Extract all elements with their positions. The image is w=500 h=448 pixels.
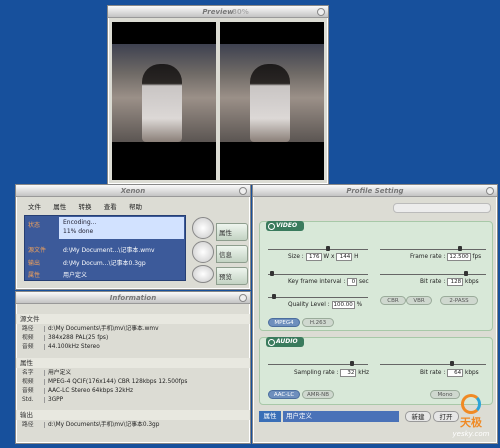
output-label: 输出 bbox=[28, 260, 41, 267]
pause-button[interactable] bbox=[192, 241, 214, 263]
menu-convert[interactable]: 转换 bbox=[78, 203, 91, 211]
profile-attr-label: 属性 bbox=[259, 411, 281, 422]
status-line2: 11% done bbox=[63, 228, 94, 235]
info-row: 视频 384x288 PAL(25 fps) bbox=[22, 335, 109, 341]
quality-slider[interactable] bbox=[268, 294, 368, 299]
vbr-toggle[interactable]: VBR bbox=[406, 296, 432, 305]
menu-properties[interactable]: 属性 bbox=[53, 203, 66, 211]
close-icon[interactable] bbox=[239, 294, 247, 302]
info-row: 路径 d:\My Documents\手机\mv\记事本0.3gp bbox=[22, 422, 160, 428]
video-label: VIDEO bbox=[266, 221, 304, 231]
stop-button[interactable] bbox=[192, 265, 214, 283]
info-row: 名字 用户定义 bbox=[22, 370, 72, 376]
close-icon[interactable] bbox=[239, 187, 247, 195]
new-profile-button[interactable]: 新建 bbox=[405, 411, 431, 422]
info-row: 音频 AAC-LC Stereo 64kbps 32kHz bbox=[22, 388, 134, 394]
source-label: 源文件 bbox=[28, 247, 47, 254]
output-video-frame bbox=[220, 22, 324, 180]
watermark-brand: 天极 bbox=[460, 416, 482, 429]
xenon-titlebar[interactable]: Xenon bbox=[16, 185, 250, 197]
frame-rate-field: Frame rate : 12.500 fps bbox=[410, 253, 482, 261]
size-height-input[interactable]: 144 bbox=[336, 253, 353, 261]
audio-bitrate-input[interactable]: 64 bbox=[447, 369, 464, 377]
watermark-site: yesky.com bbox=[452, 430, 490, 438]
size-slider[interactable] bbox=[268, 246, 368, 251]
audio-label: AUDIO bbox=[266, 337, 304, 347]
aac-lc-codec-button[interactable]: AAC-LC bbox=[268, 390, 300, 399]
mpeg4-codec-button[interactable]: MPEG4 bbox=[268, 318, 300, 327]
video-panel: VIDEO Size : 176 W x 144 H Frame rate : … bbox=[259, 221, 493, 331]
cbr-toggle[interactable]: CBR bbox=[380, 296, 406, 305]
h263-codec-button[interactable]: H.263 bbox=[302, 318, 334, 327]
menu-bar: 文件 属性 转换 查看 帮助 bbox=[28, 201, 152, 211]
bitrate-field: Bit rate : 128 kbps bbox=[420, 278, 479, 286]
sampling-rate-input[interactable]: 32 bbox=[340, 369, 357, 377]
preview-percent: 80% bbox=[232, 8, 249, 16]
attr-value: 用户定义 bbox=[63, 272, 88, 279]
attr-label: 属性 bbox=[28, 272, 41, 279]
menu-file[interactable]: 文件 bbox=[28, 203, 41, 211]
info-row: 视频 MPEG-4 QCIF(176x144) CBR 128kbps 12.50… bbox=[22, 379, 188, 385]
audio-bitrate-slider[interactable] bbox=[380, 361, 486, 366]
keyframe-slider[interactable] bbox=[268, 271, 368, 276]
info-row: 路径 d:\My Documents\手机\mv\记事本.wmv bbox=[22, 326, 159, 332]
preview-titlebar[interactable]: Preview 80% bbox=[108, 6, 328, 18]
menu-help[interactable]: 帮助 bbox=[129, 203, 142, 211]
source-path: d:\My Document...\记事本.wmv bbox=[63, 247, 155, 254]
close-icon[interactable] bbox=[486, 187, 494, 195]
profile-title: Profile Setting bbox=[346, 187, 404, 195]
profile-attr-value: 用户定义 bbox=[283, 411, 399, 422]
amr-nb-codec-button[interactable]: AMR-NB bbox=[302, 390, 334, 399]
frame-rate-slider[interactable] bbox=[380, 246, 486, 251]
size-width-input[interactable]: 176 bbox=[305, 253, 322, 261]
size-field: Size : 176 W x 144 H bbox=[288, 253, 359, 261]
preview-title: Preview bbox=[202, 8, 234, 16]
preview-button[interactable]: 预览 bbox=[216, 267, 248, 285]
close-icon[interactable] bbox=[317, 8, 325, 16]
info-row: Std. 3GPP bbox=[22, 397, 64, 403]
information-window: Information 源文件 路径 d:\My Documents\手机\mv\… bbox=[15, 291, 251, 444]
preview-window: Preview 80% bbox=[107, 5, 329, 185]
keyframe-field: Key frame interval : 0 sec bbox=[288, 278, 369, 286]
source-video-frame bbox=[112, 22, 216, 180]
start-button[interactable] bbox=[192, 217, 214, 239]
profile-titlebar[interactable]: Profile Setting bbox=[253, 185, 497, 197]
sampling-rate-slider[interactable] bbox=[268, 361, 368, 366]
xenon-window: Xenon 文件 属性 转换 查看 帮助 状态 Encoding... 11% … bbox=[15, 184, 251, 290]
output-path: d:\My Docum...\记事本0.3gp bbox=[63, 260, 146, 267]
audio-bitrate-field: Bit rate : 64 kbps bbox=[420, 369, 479, 377]
source-section: 源文件 bbox=[16, 314, 250, 324]
bitrate-input[interactable]: 128 bbox=[447, 278, 464, 286]
status-line1: Encoding... bbox=[63, 219, 97, 226]
watermark-swirl-icon bbox=[461, 394, 481, 414]
xenon-title: Xenon bbox=[120, 187, 146, 195]
output-section: 输出 bbox=[16, 410, 250, 420]
menu-view[interactable]: 查看 bbox=[104, 203, 117, 211]
attr-section: 属性 bbox=[16, 358, 250, 368]
toolbar-group bbox=[393, 203, 491, 213]
info-button[interactable]: 信息 bbox=[216, 245, 248, 263]
sampling-rate-field: Sampling rate : 32 kHz bbox=[294, 369, 369, 377]
bitrate-slider[interactable] bbox=[380, 271, 486, 276]
info-row: 音频 44.100kHz Stereo bbox=[22, 344, 100, 350]
two-pass-toggle[interactable]: 2-PASS bbox=[440, 296, 478, 305]
properties-button[interactable]: 属性 bbox=[216, 223, 248, 241]
status-display: 状态 Encoding... 11% done 源文件 d:\My Docume… bbox=[24, 215, 186, 281]
information-titlebar[interactable]: Information bbox=[16, 292, 250, 304]
status-label: 状态 bbox=[28, 222, 41, 229]
information-title: Information bbox=[109, 294, 157, 302]
quality-input[interactable]: 100.00 bbox=[331, 301, 355, 309]
watermark-logo: 天极 yesky.com bbox=[446, 394, 496, 444]
keyframe-input[interactable]: 0 bbox=[347, 278, 358, 286]
frame-rate-input[interactable]: 12.500 bbox=[447, 253, 471, 261]
quality-field: Quality Level : 100.00 % bbox=[288, 301, 363, 309]
